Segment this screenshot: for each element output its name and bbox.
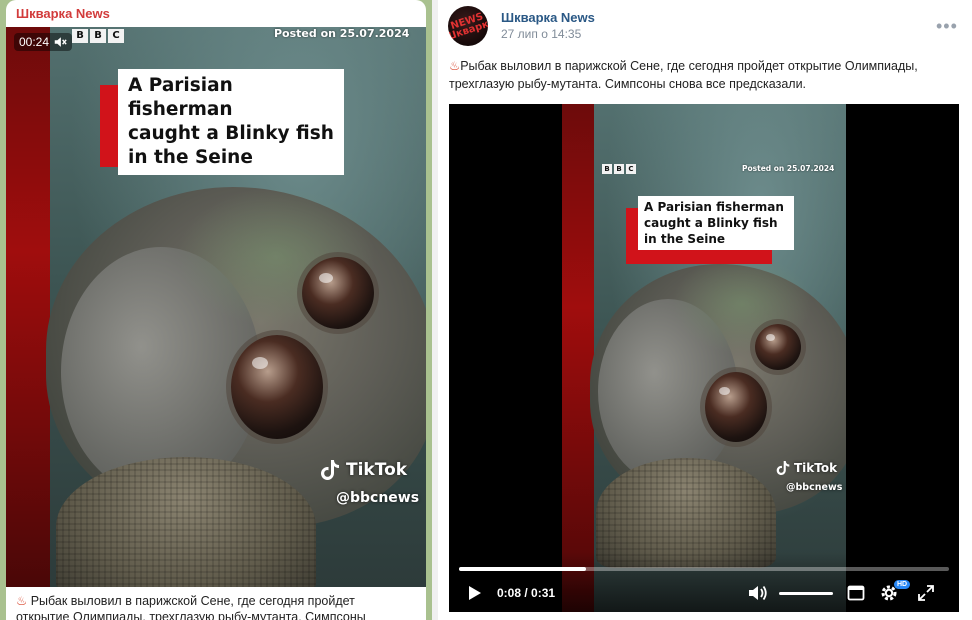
bbc-logo-letter: B bbox=[90, 29, 106, 43]
channel-avatar[interactable]: NEWS Шкварка bbox=[448, 6, 488, 46]
video-player[interactable]: B B C Posted on 25.07.2024 A Parisian fi… bbox=[449, 104, 959, 612]
eye-highlight bbox=[252, 357, 268, 369]
hd-badge: HD bbox=[894, 580, 911, 589]
video-title-line: caught a Blinky fish bbox=[644, 216, 778, 230]
left-post-card: Шкварка News B B C Posted on 25.07.2024 bbox=[6, 0, 426, 620]
right-post-caption: ♨Рыбак выловил в парижской Сене, где сег… bbox=[449, 57, 964, 93]
bbc-logo-letter: B bbox=[72, 29, 88, 43]
red-side-bar bbox=[6, 27, 50, 587]
eye-highlight bbox=[766, 334, 775, 341]
bbc-logo-letter: C bbox=[626, 164, 636, 174]
right-caption-line-1: Рыбак выловил в парижской Сене, где сего… bbox=[460, 59, 918, 73]
mute-icon[interactable] bbox=[53, 35, 67, 49]
left-video-frame: B B C Posted on 25.07.2024 A Parisian fi… bbox=[6, 27, 426, 587]
video-title-line: in the Seine bbox=[128, 147, 253, 168]
video-elapsed-badge[interactable]: 00:24 bbox=[14, 33, 73, 51]
left-caption-text: Рыбак выловил в парижской Сене, где сего… bbox=[30, 594, 355, 608]
tiktok-label: TikTok bbox=[794, 461, 838, 475]
post-date[interactable]: 27 лип о 14:35 bbox=[501, 27, 581, 41]
hot-emoji-icon: ♨ bbox=[16, 594, 28, 608]
play-icon[interactable] bbox=[463, 582, 485, 604]
video-elapsed-time: 00:24 bbox=[19, 35, 50, 49]
bread-bait bbox=[56, 457, 316, 587]
red-side-bar bbox=[562, 104, 594, 612]
fish-eye-bottom bbox=[231, 335, 323, 439]
left-post-caption: ♨ Рыбак выловил в парижской Сене, где се… bbox=[16, 593, 416, 620]
bbc-logo: B B C bbox=[72, 29, 124, 43]
video-title-line: A Parisian fisherman bbox=[128, 75, 233, 120]
bbc-logo-letter: B bbox=[614, 164, 624, 174]
bbc-logo-letter: B bbox=[602, 164, 612, 174]
miniplayer-icon[interactable] bbox=[847, 584, 865, 602]
right-channel-name[interactable]: Шкварка News bbox=[501, 10, 595, 25]
left-video[interactable]: B B C Posted on 25.07.2024 A Parisian fi… bbox=[6, 27, 426, 587]
tiktok-watermark: TikTok bbox=[776, 460, 837, 476]
fish-eye-bottom bbox=[705, 372, 767, 442]
video-title-box: A Parisian fisherman caught a Blinky fis… bbox=[118, 69, 344, 175]
left-caption-text-2: открытие Олимпиады, трехглазую рыбу-мута… bbox=[16, 610, 366, 620]
video-title-line: in the Seine bbox=[644, 232, 726, 246]
eye-highlight bbox=[319, 273, 333, 283]
left-panel-background: Шкварка News B B C Posted on 25.07.2024 bbox=[0, 0, 432, 620]
tiktok-handle: @bbcnews bbox=[786, 482, 843, 493]
posted-date: Posted on 25.07.2024 bbox=[274, 27, 410, 40]
tiktok-logo-icon bbox=[321, 460, 339, 480]
volume-slider[interactable] bbox=[779, 592, 833, 595]
bbc-logo-letter: C bbox=[108, 29, 124, 43]
more-options-icon[interactable]: ••• bbox=[936, 16, 958, 37]
fullscreen-icon[interactable] bbox=[917, 584, 935, 602]
video-title-line: caught a Blinky fish bbox=[128, 123, 334, 144]
tiktok-watermark: TikTok bbox=[320, 459, 407, 481]
volume-icon[interactable] bbox=[748, 584, 768, 602]
hot-emoji-icon: ♨ bbox=[449, 59, 461, 73]
right-video-frame: B B C Posted on 25.07.2024 A Parisian fi… bbox=[562, 104, 846, 612]
bbc-logo: B B C bbox=[602, 164, 636, 174]
right-post: NEWS Шкварка Шкварка News 27 лип о 14:35… bbox=[438, 0, 972, 620]
eye-highlight bbox=[719, 387, 730, 395]
right-caption-line-2: трехглазую рыбу-мутанта. Симпсоны снова … bbox=[449, 77, 807, 91]
video-title-box: A Parisian fisherman caught a Blinky fis… bbox=[638, 196, 794, 250]
tiktok-logo-icon bbox=[776, 461, 790, 475]
left-channel-name[interactable]: Шкварка News bbox=[16, 6, 110, 21]
player-controls: 0:08 / 0:31 HD bbox=[449, 552, 959, 612]
tiktok-label: TikTok bbox=[346, 460, 408, 480]
video-title-line: A Parisian fisherman bbox=[644, 200, 784, 214]
fish-eye-top bbox=[302, 257, 374, 329]
progress-fill bbox=[459, 567, 587, 571]
fish-eye-top bbox=[755, 324, 801, 370]
avatar-logo-text: NEWS Шкварка bbox=[448, 11, 488, 44]
progress-bar[interactable] bbox=[459, 567, 949, 571]
tiktok-handle: @bbcnews bbox=[336, 490, 420, 506]
posted-date: Posted on 25.07.2024 bbox=[742, 164, 835, 173]
time-display: 0:08 / 0:31 bbox=[497, 586, 556, 600]
